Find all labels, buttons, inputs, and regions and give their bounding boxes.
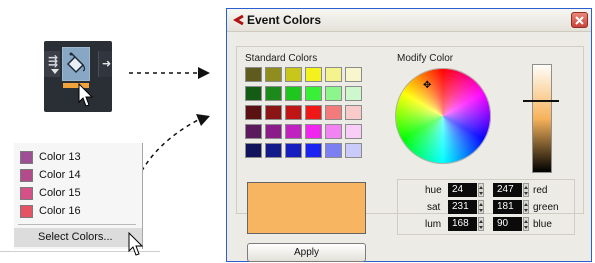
menu-item-color-13[interactable]: Color 13: [20, 149, 138, 167]
swatch-cell[interactable]: [345, 143, 362, 158]
apply-button[interactable]: Apply: [247, 243, 366, 262]
swatch-cell[interactable]: [285, 124, 302, 139]
swatch-cell[interactable]: [345, 105, 362, 120]
color-preview: [247, 182, 366, 234]
swatch-cell[interactable]: [345, 67, 362, 82]
swatch-cell[interactable]: [325, 86, 342, 101]
swatch-cell[interactable]: [305, 86, 322, 101]
lum-field[interactable]: 168: [448, 217, 477, 231]
green-field[interactable]: 181: [493, 200, 522, 214]
blue-field[interactable]: 90: [493, 217, 522, 231]
swatch-cell[interactable]: [325, 143, 342, 158]
swatch-cell[interactable]: [245, 105, 262, 120]
color-wheel[interactable]: [395, 68, 491, 164]
standard-colors-grid: [245, 67, 367, 167]
menu-separator: [18, 224, 136, 225]
green-spinner[interactable]: [523, 200, 529, 214]
swatch-cell[interactable]: [345, 124, 362, 139]
swatch-cell[interactable]: [245, 124, 262, 139]
swatch-cell[interactable]: [245, 86, 262, 101]
swatch-cell[interactable]: [325, 105, 342, 120]
swatch-cell[interactable]: [305, 124, 322, 139]
sat-field[interactable]: 231: [448, 200, 477, 214]
hue-spinner[interactable]: [478, 183, 484, 197]
menu-item-color-15[interactable]: Color 15: [20, 185, 138, 203]
menu-item-color-14[interactable]: Color 14: [20, 167, 138, 185]
swatch-cell[interactable]: [325, 67, 342, 82]
color-swatch: [20, 151, 33, 164]
close-button[interactable]: [571, 12, 588, 28]
menu-item-select-colors[interactable]: Select Colors...: [14, 228, 142, 247]
red-field[interactable]: 247: [493, 183, 522, 197]
wheel-crosshair-icon: ✥: [423, 80, 432, 91]
swatch-cell[interactable]: [305, 143, 322, 158]
swatch-cell[interactable]: [325, 124, 342, 139]
color-swatch: [20, 205, 33, 218]
red-label: red: [533, 185, 548, 196]
swatch-cell[interactable]: [285, 86, 302, 101]
swatch-cell[interactable]: [285, 143, 302, 158]
lum-label: lum: [425, 219, 442, 230]
menu-item-color-16[interactable]: Color 16: [20, 203, 138, 221]
color-swatch: [20, 187, 33, 200]
swatch-cell[interactable]: [245, 143, 262, 158]
swatch-cell[interactable]: [285, 67, 302, 82]
menu-item-label: Color 13: [39, 151, 81, 163]
menu-item-label: Color 15: [39, 187, 81, 199]
swatch-cell[interactable]: [345, 86, 362, 101]
swatch-cell[interactable]: [285, 105, 302, 120]
dialog-title: Event Colors: [247, 13, 322, 27]
swatch-cell[interactable]: [305, 105, 322, 120]
swatch-cell[interactable]: [305, 67, 322, 82]
app-logo-icon: [233, 14, 244, 26]
red-spinner[interactable]: [523, 183, 529, 197]
menu-item-label: Color 14: [39, 169, 81, 181]
swatch-cell[interactable]: [265, 105, 282, 120]
sat-label: sat: [427, 202, 441, 213]
swatch-cell[interactable]: [265, 124, 282, 139]
event-colors-dialog: Event Colors Standard Colors Modify Colo…: [226, 8, 592, 262]
dialog-titlebar[interactable]: Event Colors: [227, 9, 591, 32]
menu-item-label: Select Colors...: [38, 231, 113, 243]
brightness-slider[interactable]: [532, 64, 552, 173]
swatch-cell[interactable]: [265, 86, 282, 101]
swatch-cell[interactable]: [245, 67, 262, 82]
swatch-cell[interactable]: [265, 67, 282, 82]
color-swatch: [20, 169, 33, 182]
hue-field[interactable]: 24: [448, 183, 477, 197]
lum-spinner[interactable]: [478, 217, 484, 231]
green-label: green: [533, 202, 559, 213]
brightness-handle[interactable]: [523, 100, 559, 102]
modify-color-label: Modify Color: [397, 53, 454, 64]
close-icon: [575, 16, 584, 25]
blue-spinner[interactable]: [523, 217, 529, 231]
swatch-cell[interactable]: [265, 143, 282, 158]
blue-label: blue: [533, 219, 552, 230]
standard-colors-label: Standard Colors: [245, 53, 318, 64]
menu-item-label: Color 16: [39, 205, 81, 217]
hue-label: hue: [425, 185, 442, 196]
sat-spinner[interactable]: [478, 200, 484, 214]
cursor-arrow-icon: [128, 232, 144, 256]
